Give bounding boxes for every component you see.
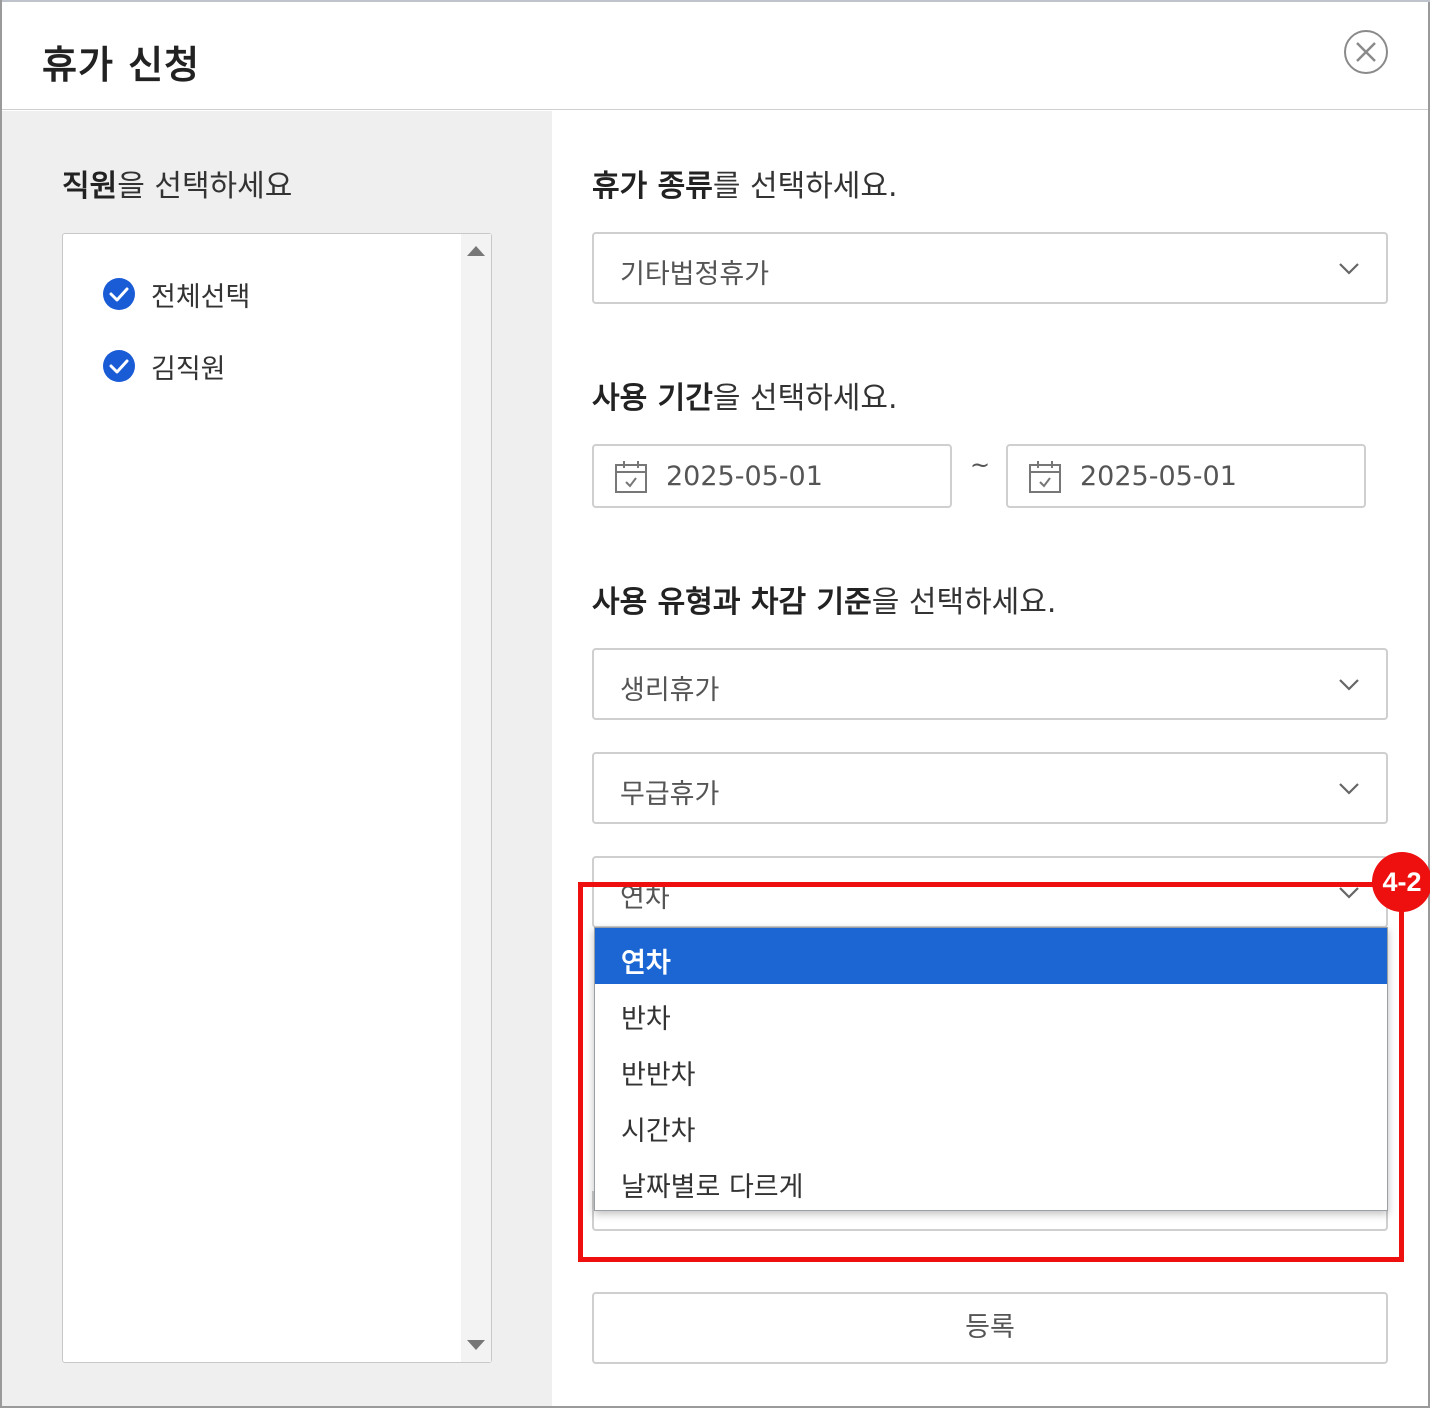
- list-item-employee[interactable]: 김직원: [103, 346, 226, 386]
- end-date-input[interactable]: 2025-05-01: [1006, 444, 1366, 508]
- scroll-up-arrow-icon[interactable]: [467, 246, 485, 256]
- list-item-label: 전체선택: [151, 281, 251, 313]
- chevron-down-icon: [1339, 679, 1359, 691]
- scroll-down-arrow-icon[interactable]: [467, 1340, 485, 1350]
- leave-type-heading: 휴가 종류를 선택하세요.: [592, 161, 898, 205]
- dialog-header: 휴가 신청: [2, 2, 1428, 110]
- employee-heading: 직원을 선택하세요: [62, 161, 292, 205]
- submit-button[interactable]: 등록: [592, 1292, 1388, 1364]
- employee-heading-bold: 직원: [62, 169, 118, 204]
- chevron-down-icon: [1339, 263, 1359, 275]
- list-item-label: 김직원: [151, 353, 226, 385]
- usage-heading: 사용 유형과 차감 기준을 선택하세요.: [592, 577, 1056, 621]
- close-button[interactable]: [1344, 30, 1388, 74]
- annotation-highlight: [578, 882, 1404, 1262]
- chevron-down-icon: [1339, 783, 1359, 795]
- list-scrollbar[interactable]: [461, 234, 491, 1362]
- employee-list[interactable]: 전체선택 김직원: [62, 233, 492, 1363]
- leave-type-heading-bold: 휴가 종류: [592, 169, 713, 204]
- employee-heading-rest: 을 선택하세요: [117, 169, 293, 204]
- calendar-icon: [615, 461, 647, 493]
- annotation-badge: 4-2: [1372, 852, 1430, 912]
- leave-type-select[interactable]: 기타법정휴가: [592, 232, 1388, 304]
- employee-panel: 직원을 선택하세요 전체선택 김직원: [2, 111, 552, 1406]
- checked-circle-icon[interactable]: [103, 278, 135, 310]
- leave-category-select[interactable]: 생리휴가: [592, 648, 1388, 720]
- end-date-value: 2025-05-01: [1080, 461, 1237, 492]
- period-heading-bold: 사용 기간: [592, 381, 713, 416]
- close-icon: [1356, 42, 1376, 62]
- leave-type-heading-rest: 를 선택하세요.: [712, 169, 898, 204]
- usage-heading-rest: 을 선택하세요.: [871, 585, 1057, 620]
- calendar-icon: [1029, 461, 1061, 493]
- checked-circle-icon[interactable]: [103, 350, 135, 382]
- period-heading-rest: 을 선택하세요.: [712, 381, 898, 416]
- usage-heading-bold: 사용 유형과 차감 기준: [592, 585, 872, 620]
- deduction-basis-select[interactable]: 무급휴가: [592, 752, 1388, 824]
- date-range-separator: ~: [970, 451, 991, 479]
- deduction-basis-value: 무급휴가: [620, 779, 720, 810]
- leave-category-value: 생리휴가: [620, 675, 720, 706]
- period-heading: 사용 기간을 선택하세요.: [592, 373, 898, 417]
- leave-request-dialog: 휴가 신청 직원을 선택하세요 전체선택 김직원 휴가 종류를 선택하세요. 기…: [0, 0, 1430, 1408]
- dialog-title: 휴가 신청: [42, 43, 201, 87]
- list-item-select-all[interactable]: 전체선택: [103, 274, 250, 314]
- start-date-input[interactable]: 2025-05-01: [592, 444, 952, 508]
- start-date-value: 2025-05-01: [666, 461, 823, 492]
- leave-type-value: 기타법정휴가: [620, 259, 770, 290]
